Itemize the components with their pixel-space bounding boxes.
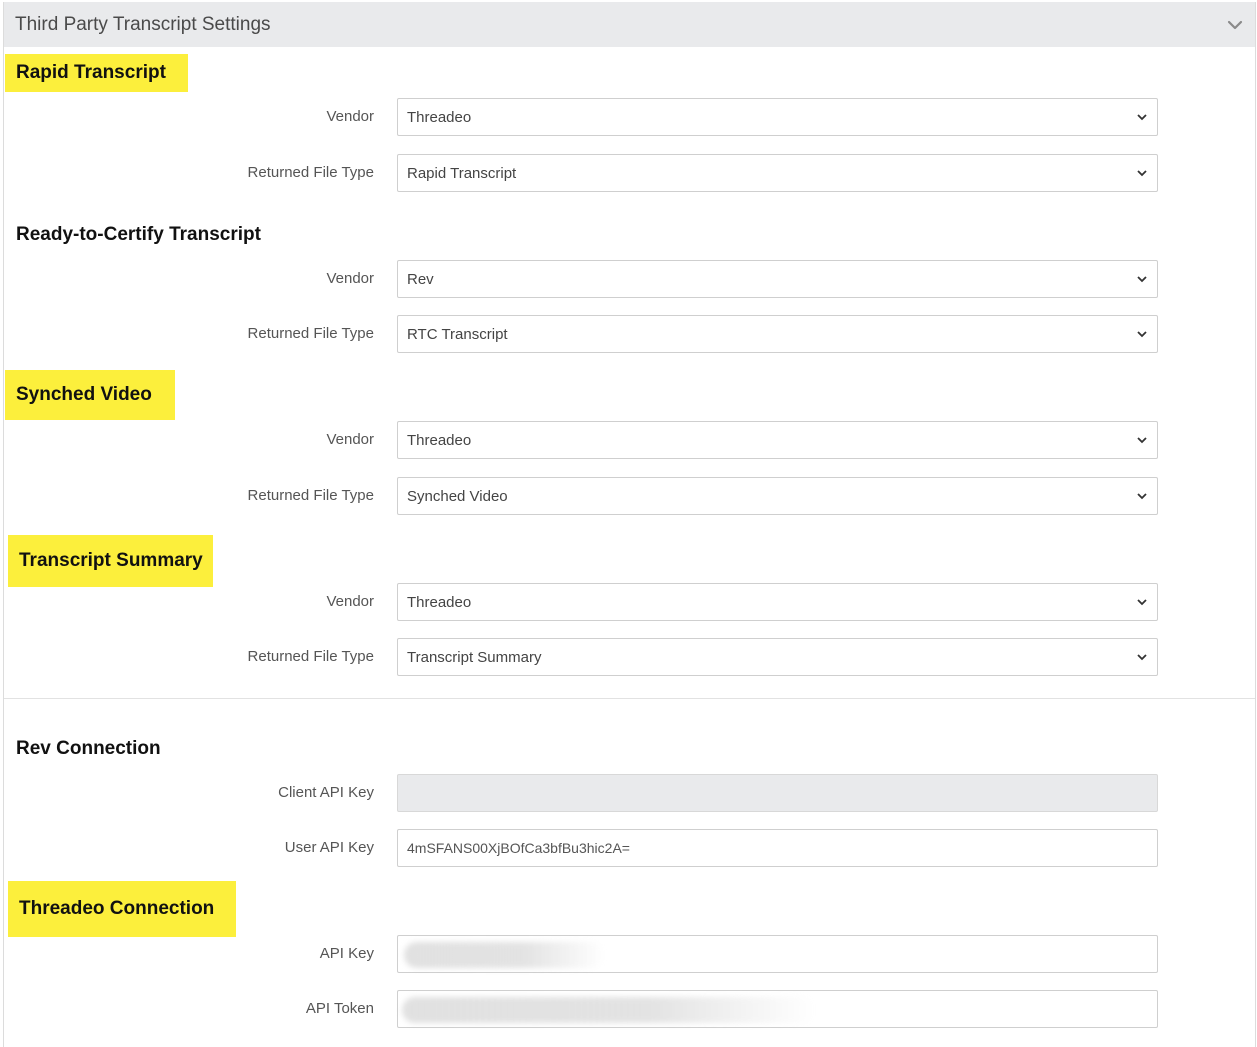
api-key-field[interactable] (397, 935, 1158, 973)
section-title-synched-video: Synched Video (5, 370, 175, 420)
chevron-down-icon (1137, 170, 1147, 177)
redacted-value (402, 997, 814, 1023)
rtc-vendor-select[interactable]: Rev (397, 260, 1158, 298)
client-api-key-label: Client API Key (278, 784, 374, 801)
summary-vendor-select[interactable]: Threadeo (397, 583, 1158, 621)
chevron-down-icon[interactable] (1226, 16, 1244, 34)
client-api-key-field[interactable] (397, 774, 1158, 812)
select-value: Threadeo (407, 431, 472, 449)
returned-file-type-label: Returned File Type (247, 487, 374, 504)
section-title-text: Transcript Summary (19, 550, 203, 571)
section-title-transcript-summary: Transcript Summary (8, 535, 213, 587)
vendor-label: Vendor (326, 431, 374, 448)
rapid-vendor-select[interactable]: Threadeo (397, 98, 1158, 136)
api-token-label: API Token (305, 1000, 374, 1017)
section-title-text: Ready-to-Certify Transcript (16, 224, 261, 245)
section-divider (4, 698, 1255, 699)
chevron-down-icon (1137, 276, 1147, 283)
chevron-down-icon (1137, 114, 1147, 121)
chevron-down-icon (1137, 599, 1147, 606)
chevron-down-icon (1137, 437, 1147, 444)
section-title-text: Threadeo Connection (19, 898, 215, 919)
returned-file-type-label: Returned File Type (247, 648, 374, 665)
select-value: Rev (407, 270, 434, 288)
select-value: Rapid Transcript (407, 164, 517, 182)
api-key-label: API Key (319, 945, 374, 962)
user-api-key-label: User API Key (284, 839, 374, 856)
select-value: Threadeo (407, 593, 472, 611)
vendor-label: Vendor (326, 108, 374, 125)
section-title-text: Rapid Transcript (16, 62, 166, 83)
synched-vendor-select[interactable]: Threadeo (397, 421, 1158, 459)
panel-title: Third Party Transcript Settings (15, 13, 271, 35)
section-title-text: Synched Video (16, 384, 152, 405)
vendor-label: Vendor (326, 270, 374, 287)
select-value: Transcript Summary (407, 648, 542, 666)
returned-file-type-label: Returned File Type (247, 325, 374, 342)
select-value: Synched Video (407, 487, 508, 505)
synched-file-type-select[interactable]: Synched Video (397, 477, 1158, 515)
redacted-value (404, 942, 604, 968)
rtc-file-type-select[interactable]: RTC Transcript (397, 315, 1158, 353)
vendor-label: Vendor (326, 593, 374, 610)
rapid-file-type-select[interactable]: Rapid Transcript (397, 154, 1158, 192)
chevron-down-icon (1137, 654, 1147, 661)
select-value: Threadeo (407, 108, 472, 126)
section-title-text: Rev Connection (16, 738, 161, 759)
section-title-rev-connection: Rev Connection (5, 732, 405, 766)
returned-file-type-label: Returned File Type (247, 164, 374, 181)
section-title-ready-to-certify: Ready-to-Certify Transcript (5, 218, 405, 252)
user-api-key-field[interactable]: 4mSFANS00XjBOfCa3bfBu3hic2A= (397, 829, 1158, 867)
chevron-down-icon (1137, 493, 1147, 500)
section-title-rapid-transcript: Rapid Transcript (5, 54, 188, 92)
field-value: 4mSFANS00XjBOfCa3bfBu3hic2A= (407, 840, 630, 856)
summary-file-type-select[interactable]: Transcript Summary (397, 638, 1158, 676)
section-title-threadeo-connection: Threadeo Connection (8, 881, 236, 937)
transcript-settings-panel: Third Party Transcript Settings Rapid Tr… (3, 2, 1256, 1047)
chevron-down-icon (1137, 331, 1147, 338)
select-value: RTC Transcript (407, 325, 508, 343)
panel-header[interactable]: Third Party Transcript Settings (4, 2, 1255, 47)
api-token-field[interactable] (397, 990, 1158, 1028)
